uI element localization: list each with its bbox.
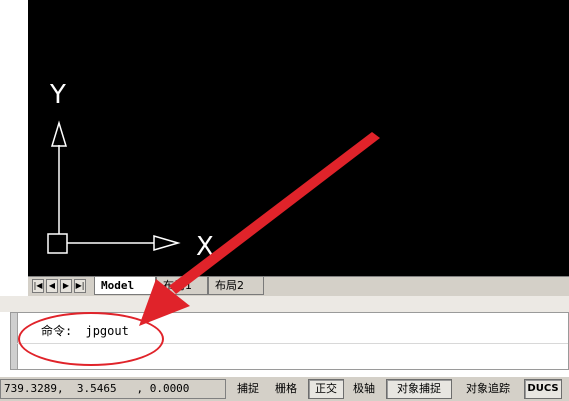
left-edge xyxy=(0,0,28,296)
ucs-origin-box xyxy=(47,233,68,254)
ucs-y-arrow xyxy=(50,120,68,147)
tab-nav-next-button[interactable]: ▶ xyxy=(60,279,72,293)
highlight-ellipse xyxy=(18,312,164,366)
grid-toggle[interactable]: 栅格 xyxy=(269,379,303,399)
ucs-x-label: X xyxy=(196,232,214,262)
layout-tab-bar: |◀ ◀ ▶ ▶| Model 布局1 布局2 xyxy=(28,276,569,297)
window-gap xyxy=(0,296,569,312)
tab-nav-first-button[interactable]: |◀ xyxy=(32,279,44,293)
otrack-toggle[interactable]: 对象追踪 xyxy=(455,379,521,399)
snap-toggle[interactable]: 捕捉 xyxy=(231,379,265,399)
ucs-x-arrow xyxy=(153,235,181,251)
ucs-y-label: Y xyxy=(49,80,66,110)
drawing-canvas[interactable]: Y X xyxy=(28,0,569,276)
tab-model[interactable]: Model xyxy=(94,277,156,295)
ucs-icon: Y X xyxy=(47,80,214,262)
tab-nav-prev-button[interactable]: ◀ xyxy=(46,279,58,293)
osnap-toggle[interactable]: 对象捕捉 xyxy=(386,379,452,399)
ortho-toggle[interactable]: 正交 xyxy=(308,379,344,399)
tab-layout-1[interactable]: 布局1 xyxy=(156,277,208,295)
tab-nav-last-button[interactable]: ▶| xyxy=(74,279,86,293)
ducs-toggle[interactable]: DUCS xyxy=(524,379,562,399)
coordinate-readout[interactable]: 739.3289, 3.5465 , 0.0000 xyxy=(0,379,226,399)
polar-toggle[interactable]: 极轴 xyxy=(346,379,382,399)
command-scrollbar[interactable] xyxy=(11,313,18,369)
tab-layout-2[interactable]: 布局2 xyxy=(208,277,264,295)
status-bar: 739.3289, 3.5465 , 0.0000 捕捉 栅格 正交 极轴 对象… xyxy=(0,376,569,401)
